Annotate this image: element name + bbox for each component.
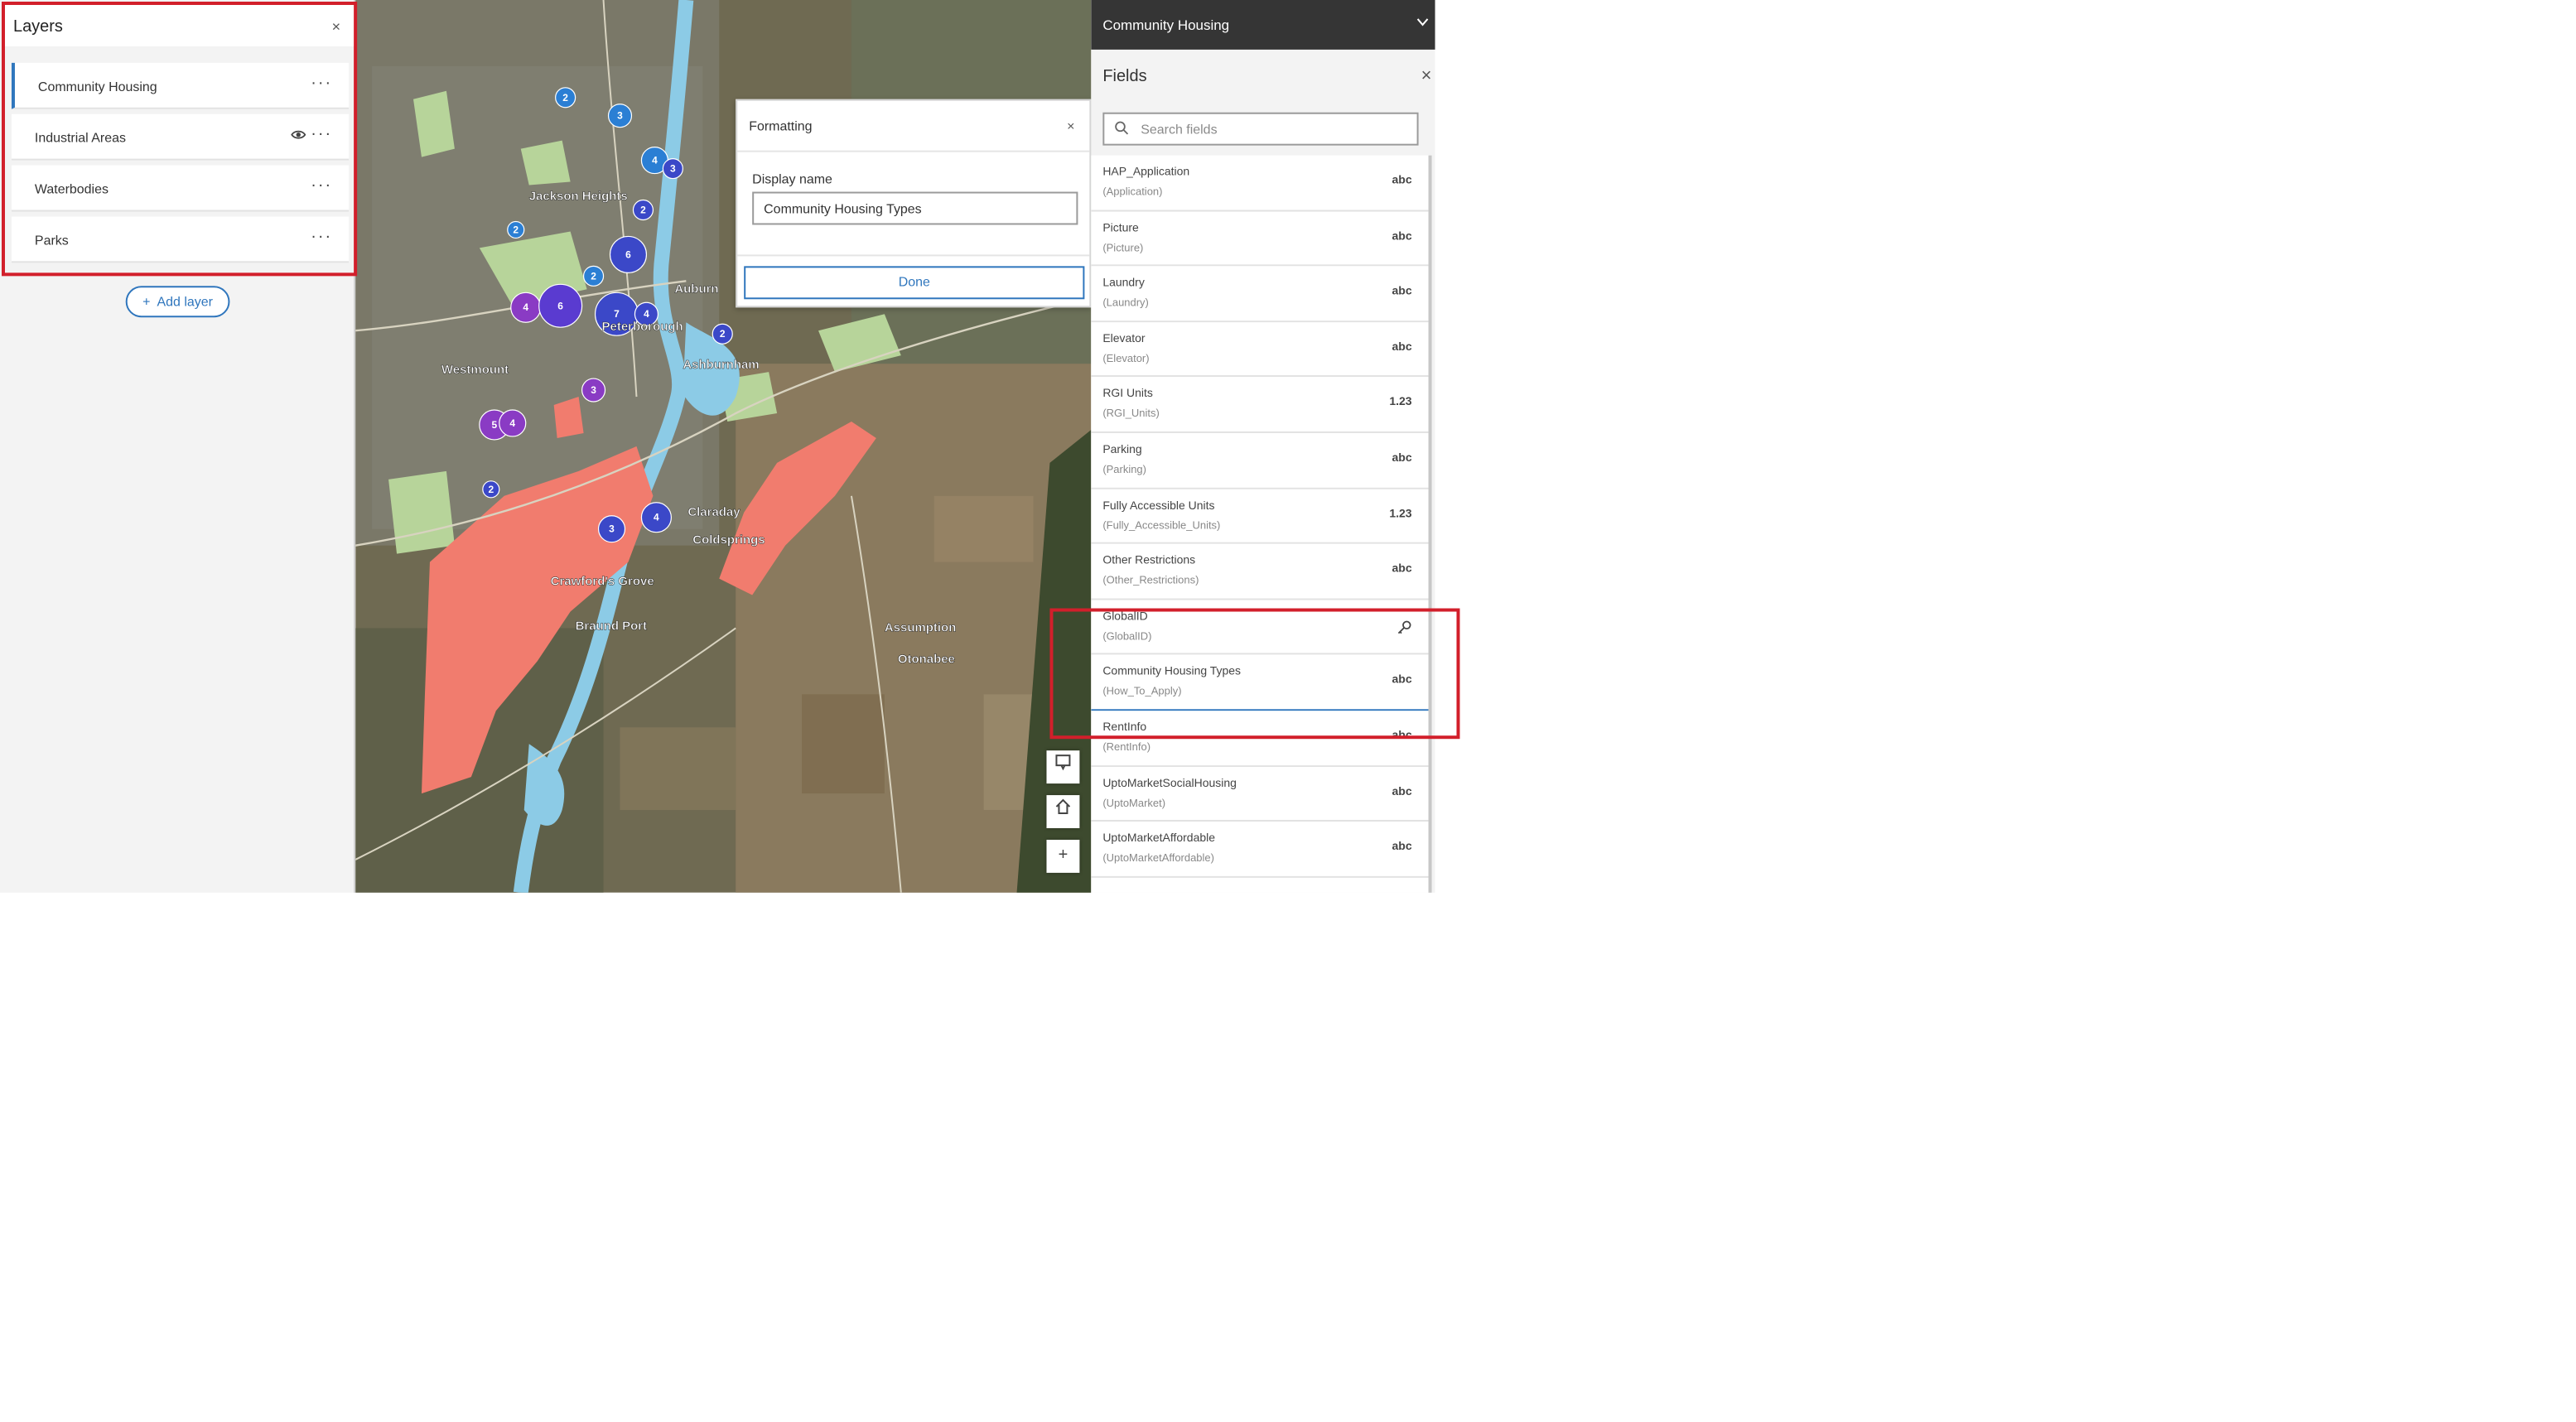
string-type-icon: abc — [1392, 452, 1412, 465]
display-name-label: Display name — [752, 171, 832, 187]
done-button[interactable]: Done — [744, 266, 1085, 300]
highlight-box-layers — [1, 1, 358, 277]
field-name: Other Restrictions — [1102, 556, 1196, 568]
place-label: Braund Port — [576, 619, 648, 633]
place-label: Otonabee — [898, 652, 955, 666]
zoom-in-icon[interactable]: + — [1046, 839, 1080, 873]
cluster-count: 2 — [513, 224, 519, 235]
legend-icon[interactable] — [1046, 750, 1080, 784]
field-item[interactable]: Parking (Parking) abc — [1091, 432, 1429, 489]
cluster-count: 2 — [562, 92, 568, 104]
string-type-icon: abc — [1392, 564, 1412, 576]
field-item[interactable]: Other Restrictions (Other_Restrictions) … — [1091, 544, 1429, 600]
field-alias: (Elevator) — [1102, 353, 1150, 365]
field-item[interactable]: UptoMarketSocialHousing (UptoMarket) abc — [1091, 766, 1429, 822]
cluster-count: 6 — [625, 248, 631, 260]
field-name: UptoMarketSocialHousing — [1102, 778, 1237, 790]
field-name: Fully Accessible Units — [1102, 499, 1215, 512]
string-type-icon: abc — [1392, 341, 1412, 354]
cluster-count: 3 — [609, 523, 615, 535]
place-label: Crawford's Grove — [551, 575, 654, 589]
field-alias: (Laundry) — [1102, 297, 1149, 310]
field-alias: (UptoMarket) — [1102, 798, 1166, 810]
cluster-count: 4 — [644, 308, 649, 320]
search-placeholder: Search fields — [1141, 122, 1218, 137]
place-label: Assumption — [885, 620, 957, 634]
chevron-down-icon[interactable] — [1416, 13, 1429, 30]
field-alias: (RGI_Units) — [1102, 408, 1160, 421]
cluster-count: 3 — [617, 110, 623, 122]
fields-title: Fields — [1102, 67, 1147, 86]
place-label: Ashburnham — [683, 358, 759, 372]
field-alias: (Parking) — [1102, 464, 1146, 476]
search-fields-input[interactable]: Search fields — [1102, 112, 1419, 146]
close-icon[interactable]: × — [1067, 119, 1074, 134]
field-alias: (Application) — [1102, 186, 1163, 199]
cluster-count: 7 — [614, 308, 620, 320]
fields-list: HAP_Application (Application) abc Pictur… — [1091, 155, 1432, 893]
close-icon[interactable]: × — [1421, 66, 1432, 86]
cluster-count: 2 — [720, 328, 726, 340]
number-type-icon: 1.23 — [1389, 397, 1412, 409]
field-alias: (Fully_Accessible_Units) — [1102, 519, 1221, 532]
field-name: Parking — [1102, 444, 1142, 456]
cluster-count: 4 — [652, 155, 658, 166]
field-name: UptoMarketAffordable — [1102, 833, 1215, 846]
cluster-count: 4 — [654, 512, 659, 523]
search-icon — [1115, 121, 1129, 135]
field-item[interactable]: Fully Accessible Units (Fully_Accessible… — [1091, 489, 1429, 544]
field-name: Laundry — [1102, 277, 1145, 290]
highlight-box-fields — [1049, 608, 1460, 740]
cluster-count: 2 — [640, 204, 646, 215]
cluster-count: 6 — [557, 300, 563, 311]
string-type-icon: abc — [1392, 841, 1412, 854]
field-item[interactable]: Laundry (Laundry) abc — [1091, 266, 1429, 322]
field-alias: (UptoMarketAffordable) — [1102, 853, 1214, 865]
display-name-input[interactable]: Community Housing Types — [752, 191, 1078, 225]
field-alias: (Picture) — [1102, 242, 1144, 254]
cluster-count: 2 — [591, 270, 596, 282]
string-type-icon: abc — [1392, 286, 1412, 298]
place-label: Coldsprings — [692, 533, 765, 547]
field-name: HAP_Application — [1102, 166, 1190, 179]
cluster-count: 3 — [670, 163, 676, 175]
string-type-icon: abc — [1392, 786, 1412, 798]
place-label: Jackson Heights — [529, 190, 628, 204]
field-name: Picture — [1102, 222, 1139, 234]
cluster-count: 4 — [523, 301, 528, 313]
fields-panel: Community Housing Fields × Search fields… — [1091, 0, 1435, 893]
add-layer-label: Add layer — [157, 294, 213, 310]
layer-header-title: Community Housing — [1102, 16, 1230, 33]
plus-icon: + — [142, 294, 151, 310]
field-item[interactable]: HAP_Application (Application) abc — [1091, 155, 1429, 211]
cluster-count: 5 — [491, 419, 497, 431]
cluster-count: 4 — [509, 417, 515, 429]
cluster-count: 2 — [488, 484, 494, 495]
add-layer-button[interactable]: + Add layer — [125, 286, 230, 318]
cluster-count: 3 — [591, 384, 596, 396]
field-item[interactable]: RGI Units (RGI_Units) 1.23 — [1091, 377, 1429, 433]
field-item[interactable]: Elevator (Elevator) abc — [1091, 321, 1429, 378]
layer-header[interactable]: Community Housing — [1091, 0, 1435, 50]
divider — [737, 254, 1090, 257]
place-label: Westmount — [441, 363, 509, 377]
field-name: Elevator — [1102, 333, 1146, 345]
formatting-title: Formatting — [749, 118, 813, 134]
string-type-icon: abc — [1392, 230, 1412, 243]
string-type-icon: abc — [1392, 175, 1412, 187]
field-alias: (RentInfo) — [1102, 742, 1151, 754]
place-label: Claraday — [687, 505, 740, 519]
place-label: Auburn — [674, 282, 718, 296]
field-alias: (Other_Restrictions) — [1102, 575, 1199, 587]
number-type-icon: 1.23 — [1389, 508, 1412, 520]
formatting-dialog: Formatting × Display name Community Hous… — [736, 99, 1092, 308]
home-icon[interactable] — [1046, 795, 1080, 828]
field-item[interactable]: UptoMarketAffordable (UptoMarketAffordab… — [1091, 822, 1429, 878]
place-label: Peterborough — [602, 320, 683, 334]
field-name: RGI Units — [1102, 388, 1153, 401]
divider — [737, 150, 1090, 152]
field-item[interactable]: Picture (Picture) abc — [1091, 210, 1429, 267]
